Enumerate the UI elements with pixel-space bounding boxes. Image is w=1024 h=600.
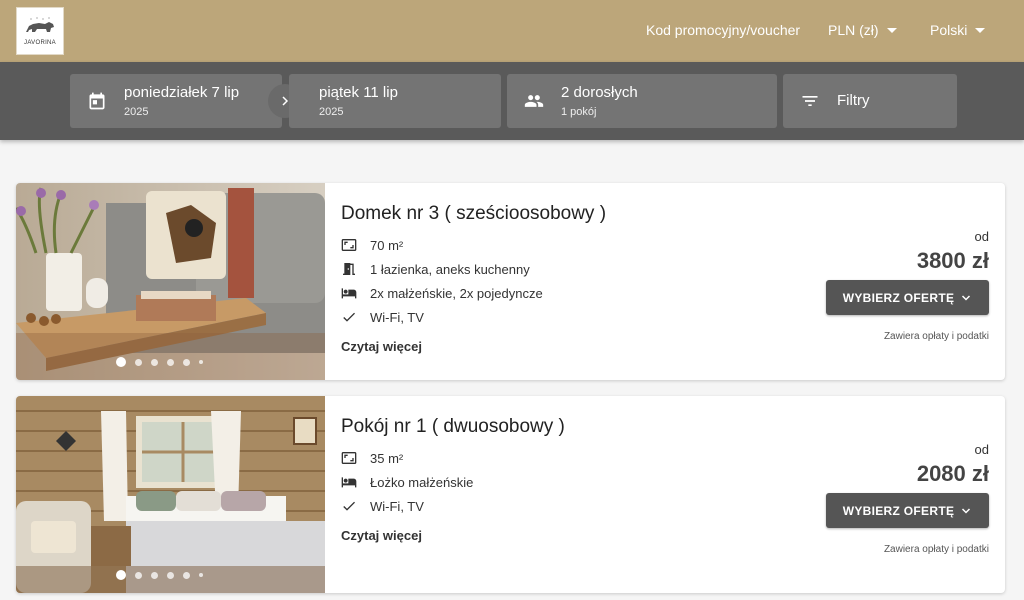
bed-icon (341, 288, 357, 299)
people-icon (524, 95, 544, 107)
feature-beds: Łożko małżeńskie (341, 474, 473, 490)
feature-text: 2x małżeńskie, 2x pojedyncze (370, 285, 543, 301)
read-more-link[interactable]: Czytaj więcej (341, 528, 422, 543)
filter-icon (802, 96, 818, 106)
top-bar: JAVORINA Kod promocyjny/voucher PLN (zł)… (0, 0, 1024, 62)
door-icon (343, 263, 355, 275)
choose-offer-button[interactable]: WYBIERZ OFERTĘ (826, 280, 989, 315)
price-from-label: od (974, 442, 989, 457)
offer-card: Pokój nr 1 ( dwuosobowy ) 35 m² Łożko ma… (16, 396, 1005, 593)
checkin-day: poniedziałek 7 lip (124, 84, 240, 101)
currency-select[interactable]: PLN (zł) (828, 22, 897, 38)
offer-photo[interactable] (16, 396, 325, 593)
carousel-dot[interactable] (199, 573, 203, 577)
language-select[interactable]: Polski (930, 22, 986, 38)
feature-text: Wi-Fi, TV (370, 309, 424, 325)
chevron-down-icon (962, 507, 971, 514)
feature-text: 1 łazienka, aneks kuchenny (370, 261, 530, 277)
living-room-photo (16, 183, 325, 380)
carousel-dot[interactable] (116, 570, 126, 580)
feature-text: 70 m² (370, 237, 404, 253)
checkout-year: 2025 (319, 106, 344, 118)
chevron-down-icon (886, 27, 897, 33)
area-icon (341, 452, 357, 464)
bedroom-photo (16, 396, 325, 593)
bed-icon (341, 477, 357, 488)
checkin-year: 2025 (124, 106, 149, 118)
read-more-link[interactable]: Czytaj więcej (341, 339, 422, 354)
fees-note: Zawiera opłaty i podatki (883, 331, 989, 342)
carousel-dot[interactable] (183, 571, 190, 579)
search-bar: poniedziałek 7 lip 2025 piątek 11 lip 20… (0, 62, 1024, 140)
choose-offer-label: WYBIERZ OFERTĘ (842, 503, 955, 518)
carousel-dot[interactable] (116, 357, 126, 367)
offer-title[interactable]: Pokój nr 1 ( dwuosobowy ) (341, 416, 565, 438)
carousel-dot[interactable] (167, 571, 174, 579)
check-icon (343, 501, 355, 511)
feature-bathroom: 1 łazienka, aneks kuchenny (341, 261, 530, 277)
checkout-date-picker[interactable]: piątek 11 lip 2025 (289, 74, 501, 128)
check-icon (343, 312, 355, 322)
feature-text: 35 m² (370, 450, 404, 466)
feature-amenities: Wi-Fi, TV (341, 498, 424, 514)
choose-offer-button[interactable]: WYBIERZ OFERTĘ (826, 493, 989, 528)
bear-logo-icon (26, 17, 54, 32)
offer-card: Domek nr 3 ( sześcioosobowy ) 70 m² 1 ła… (16, 183, 1005, 380)
feature-area: 70 m² (341, 237, 403, 253)
carousel-dot[interactable] (135, 571, 142, 579)
offer-price: 3800 zł (916, 248, 989, 273)
carousel-dot[interactable] (151, 358, 158, 366)
rooms-count: 1 pokój (561, 106, 597, 118)
guests-selector[interactable]: 2 dorosłych 1 pokój (507, 74, 777, 128)
feature-text: Łożko małżeńskie (370, 474, 474, 490)
currency-label: PLN (zł) (828, 22, 879, 38)
checkin-date-picker[interactable]: poniedziałek 7 lip 2025 (70, 74, 282, 128)
language-label: Polski (930, 22, 968, 38)
filters-label: Filtry (837, 92, 870, 109)
promo-code-label: Kod promocyjny/voucher (646, 22, 801, 38)
offer-title[interactable]: Domek nr 3 ( sześcioosobowy ) (341, 203, 606, 225)
fees-note: Zawiera opłaty i podatki (883, 544, 989, 555)
adults-count: 2 dorosłych (561, 84, 638, 101)
chevron-down-icon (975, 27, 986, 33)
area-icon (341, 239, 357, 251)
feature-beds: 2x małżeńskie, 2x pojedyncze (341, 285, 543, 301)
carousel-dot[interactable] (135, 358, 142, 366)
carousel-dot[interactable] (199, 360, 203, 364)
carousel-dot[interactable] (151, 571, 158, 579)
promo-code-link[interactable]: Kod promocyjny/voucher (646, 22, 800, 38)
carousel-dots (116, 357, 212, 367)
calendar-icon (89, 92, 105, 110)
logo-text: JAVORINA (24, 40, 56, 46)
carousel-dot[interactable] (167, 358, 174, 366)
filters-button[interactable]: Filtry (783, 74, 957, 128)
checkout-day: piątek 11 lip (319, 84, 398, 101)
offer-photo[interactable] (16, 183, 325, 380)
price-from-label: od (974, 229, 989, 244)
feature-area: 35 m² (341, 450, 403, 466)
logo[interactable]: JAVORINA (16, 7, 64, 55)
offer-price: 2080 zł (916, 461, 989, 486)
feature-amenities: Wi-Fi, TV (341, 309, 424, 325)
chevron-down-icon (962, 294, 971, 301)
carousel-dots (116, 570, 212, 580)
choose-offer-label: WYBIERZ OFERTĘ (842, 290, 955, 305)
feature-text: Wi-Fi, TV (370, 498, 424, 514)
carousel-dot[interactable] (183, 358, 190, 366)
